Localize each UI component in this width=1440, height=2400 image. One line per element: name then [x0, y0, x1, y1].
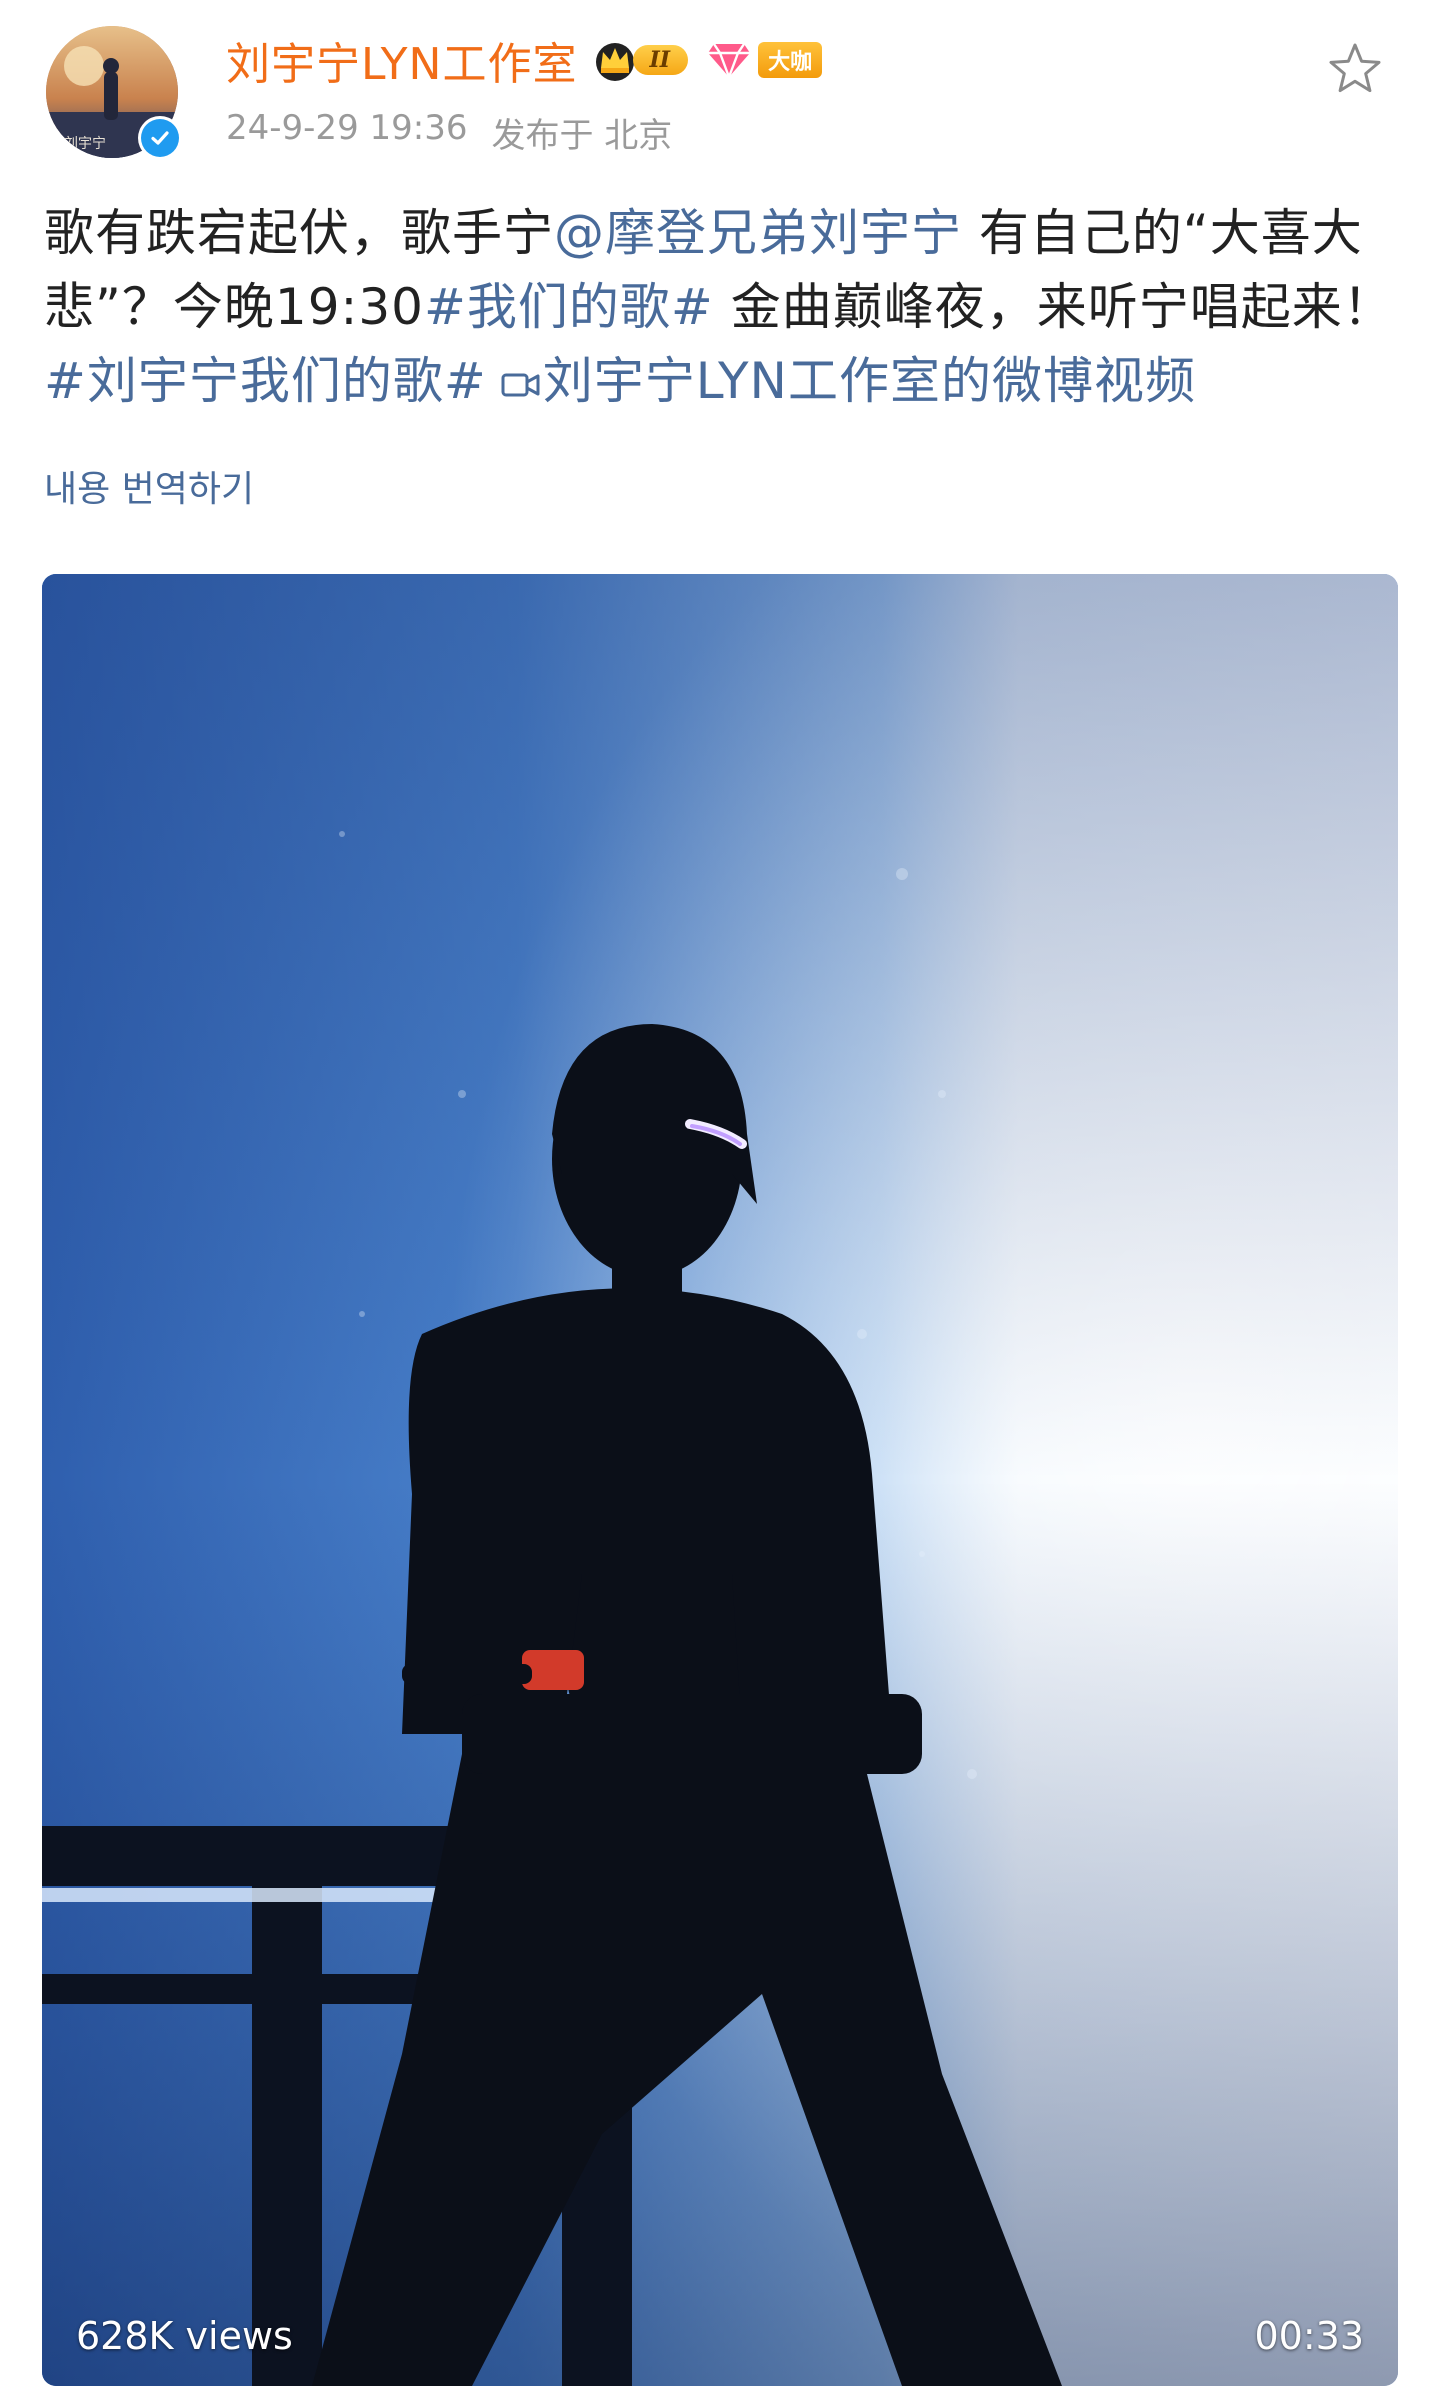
- mention-link[interactable]: @摩登兄弟刘宇宁: [554, 204, 962, 262]
- post-header: 刘宇宁 刘宇宁LYN工作室 II 大咖 24-9-29 19:36 发布于 北京: [0, 0, 1440, 190]
- view-count: 628K views: [76, 2314, 293, 2358]
- crown-icon: [596, 43, 635, 81]
- vip-badge: 大咖: [758, 42, 823, 78]
- member-level: II: [633, 45, 689, 75]
- post-location: 发布于 北京: [491, 116, 673, 156]
- author-row: 刘宇宁LYN工作室 II 大咖: [226, 28, 823, 92]
- post-text-part-1: 歌有跌宕起伏，歌手宁: [44, 204, 554, 262]
- post-text-part-3: 金曲巅峰夜，来听宁唱起来！: [713, 278, 1394, 336]
- translate-link[interactable]: 내용 번역하기: [44, 460, 254, 512]
- video-camera-icon: [501, 373, 540, 397]
- avatar-caption: 刘宇宁: [64, 135, 106, 152]
- video-duration: 00:33: [1254, 2314, 1364, 2358]
- star-outline-icon[interactable]: [1326, 40, 1384, 98]
- verified-badge: [138, 116, 182, 160]
- post-text: 歌有跌宕起伏，歌手宁@摩登兄弟刘宇宁 有自己的“大喜大悲”？今晚19:30#我们…: [44, 196, 1404, 418]
- member-badge[interactable]: II: [591, 40, 689, 81]
- post-timestamp: 24-9-29 19:36: [226, 108, 468, 148]
- post-meta: 24-9-29 19:36 发布于 北京: [226, 108, 672, 157]
- video-player[interactable]: 628K views 00:33: [42, 574, 1398, 2386]
- diamond-fan-icon[interactable]: [706, 40, 752, 80]
- video-link[interactable]: 刘宇宁LYN工作室的微博视频: [487, 352, 1196, 410]
- topic-link-2[interactable]: #刘宇宁我们的歌#: [44, 352, 487, 410]
- author-name[interactable]: 刘宇宁LYN工作室: [226, 28, 577, 92]
- video-link-label: 刘宇宁LYN工作室的微博视频: [542, 352, 1196, 410]
- video-thumbnail: [42, 574, 1398, 2386]
- topic-link-1[interactable]: #我们的歌#: [424, 278, 714, 336]
- verified-check-icon: [141, 119, 179, 157]
